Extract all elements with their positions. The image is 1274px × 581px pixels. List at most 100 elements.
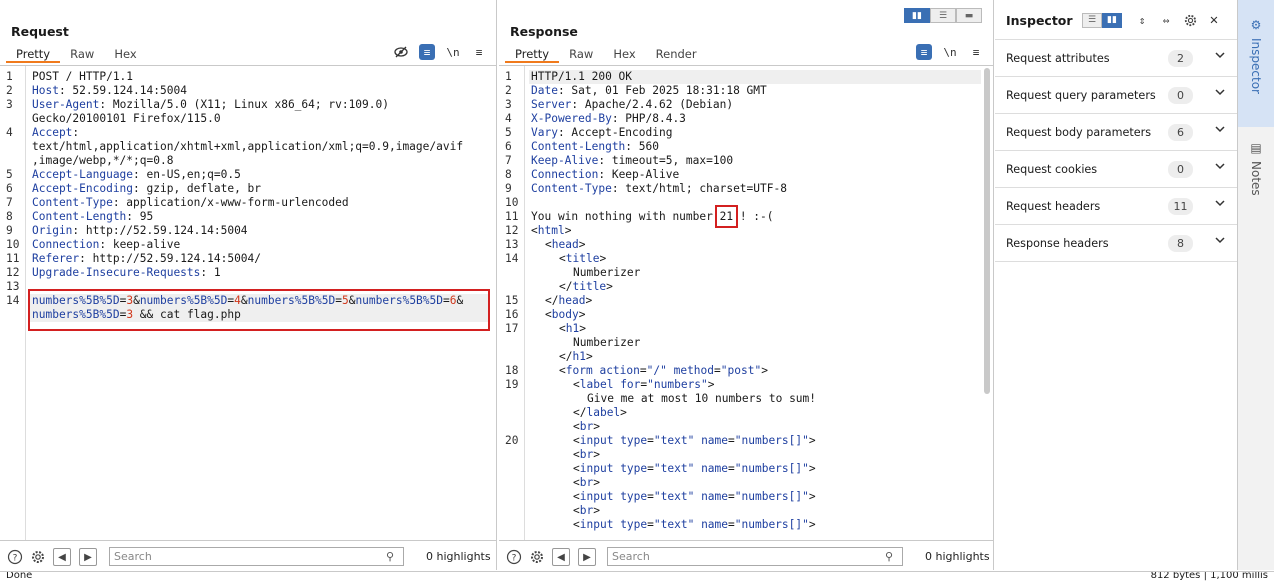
tag-bracket: > [578, 238, 586, 251]
tag-bracket: < [573, 434, 580, 447]
code-line: Content-Type: text/html; charset=UTF-8 [531, 182, 987, 196]
header-name: Vary [531, 126, 558, 139]
forward-arrow-icon[interactable]: ▶ [578, 548, 596, 566]
tag-bracket: > [593, 448, 600, 461]
inspector-row[interactable]: Response headers 8 [995, 225, 1237, 262]
inspector-row[interactable]: Request cookies 0 [995, 151, 1237, 188]
inspector-row[interactable]: Request attributes 2 [995, 40, 1237, 77]
chevron-down-icon[interactable] [1214, 234, 1226, 249]
collapse-all-icon[interactable]: ⇔ [1158, 12, 1174, 28]
tag-name: label [579, 378, 614, 391]
chevron-down-icon[interactable] [1214, 49, 1226, 64]
header-value: POST / HTTP/1.1 [32, 70, 134, 83]
line-number: 6 [505, 140, 512, 153]
search-input[interactable] [607, 547, 903, 566]
header-name: Accept-Language [32, 168, 134, 181]
header-value: : gzip, deflate, br [133, 182, 262, 195]
attr-equals: = [647, 462, 654, 475]
code-line: text/html,application/xhtml+xml,applicat… [32, 140, 490, 154]
settings-icon[interactable] [29, 548, 47, 566]
search-input[interactable] [109, 547, 404, 566]
tab-pretty[interactable]: Pretty [505, 45, 560, 63]
layout-side-by-side-icon[interactable]: ▮▮ [904, 8, 930, 23]
tag-bracket: > [585, 350, 593, 363]
close-icon[interactable]: ✕ [1206, 12, 1222, 28]
side-tab-notes[interactable]: ▤ Notes [1238, 135, 1274, 215]
side-tab-inspector[interactable]: ⚙ Inspector [1238, 0, 1274, 127]
attr-name: name [701, 518, 729, 531]
inspector-row[interactable]: Request query parameters 0 [995, 77, 1237, 114]
menu-icon[interactable]: ≡ [968, 44, 984, 60]
code-line: </head> [545, 294, 987, 308]
attr-name: name [701, 490, 729, 503]
side-tabs: ⚙ Inspector ▤ Notes [1238, 0, 1274, 570]
code-line: </title> [559, 280, 987, 294]
help-icon[interactable]: ? [6, 548, 24, 566]
text-node: Numberizer [573, 336, 641, 349]
chevron-down-icon[interactable] [1214, 123, 1226, 138]
code-line: <form action="/" method="post"> [559, 364, 987, 378]
expand-all-icon[interactable]: ⇕ [1134, 12, 1150, 28]
layout-tabs-icon[interactable]: ▬ [956, 8, 982, 23]
tab-hex[interactable]: Hex [104, 45, 146, 63]
line-number: 10 [505, 196, 519, 209]
tag-name: br [579, 448, 594, 461]
help-icon[interactable]: ? [505, 548, 523, 566]
settings-icon[interactable] [1182, 12, 1198, 28]
line-number: 4 [6, 126, 13, 139]
eye-off-icon[interactable] [393, 44, 409, 60]
inspector-layout-split-icon[interactable]: ▮▮ [1102, 12, 1122, 28]
wrap-lines-icon[interactable]: ≡ [916, 44, 932, 60]
back-arrow-icon[interactable]: ◀ [53, 548, 71, 566]
tag-name: input [579, 490, 614, 503]
status-bar: Done 812 bytes | 1,100 millis [0, 571, 1274, 581]
chevron-down-icon[interactable] [1214, 160, 1226, 175]
header-name: Origin [32, 224, 73, 237]
tag-bracket: < [573, 504, 580, 517]
chevron-down-icon[interactable] [1214, 86, 1226, 101]
wrap-lines-icon[interactable]: ≡ [419, 44, 435, 60]
line-number: 9 [505, 182, 512, 195]
count-badge: 0 [1168, 87, 1193, 104]
line-number: 1 [505, 70, 512, 83]
layout-stacked-icon[interactable]: ☰ [930, 8, 956, 23]
request-editor[interactable]: 1 POST / HTTP/1.1 2 Host: 52.59.124.14:5004… [0, 66, 496, 540]
forward-arrow-icon[interactable]: ▶ [79, 548, 97, 566]
tab-render[interactable]: Render [646, 45, 707, 63]
attr-space [667, 364, 674, 377]
svg-text:?: ? [512, 554, 517, 564]
tab-hex[interactable]: Hex [603, 45, 645, 63]
vertical-scrollbar[interactable] [984, 68, 990, 394]
tab-pretty[interactable]: Pretty [6, 45, 61, 63]
header-value: : application/x-www-form-urlencoded [112, 196, 349, 209]
tab-raw[interactable]: Raw [60, 45, 104, 63]
code-line: <input type="text" name="numbers[]"> [573, 434, 987, 448]
count-badge: 8 [1168, 235, 1193, 252]
attr-equals: = [728, 490, 735, 503]
chevron-down-icon[interactable] [1214, 197, 1226, 212]
header-value: : Keep-Alive [598, 168, 680, 181]
menu-icon[interactable]: ≡ [471, 44, 487, 60]
inspector-row[interactable]: Request body parameters 6 [995, 114, 1237, 151]
settings-icon[interactable] [528, 548, 546, 566]
code-line: POST / HTTP/1.1 [32, 70, 490, 84]
response-editor[interactable]: 1 HTTP/1.1 200 OK 2 Date: Sat, 01 Feb 2025 … [499, 66, 993, 540]
tag-bracket: > [585, 294, 593, 307]
header-name: Connection [32, 238, 100, 251]
tag-name: html [537, 224, 565, 237]
header-value: HTTP/1.1 200 OK [531, 70, 633, 83]
newline-icon[interactable]: \n [445, 44, 461, 60]
inspector-row[interactable]: Request headers 11 [995, 188, 1237, 225]
header-value: ,image/webp,*/*;q=0.8 [32, 154, 174, 167]
newline-icon[interactable]: \n [942, 44, 958, 60]
code-line: Date: Sat, 01 Feb 2025 18:31:18 GMT [531, 84, 987, 98]
tag-name: input [579, 462, 614, 475]
inspector-layout-list-icon[interactable]: ☰ [1082, 12, 1102, 28]
tab-raw[interactable]: Raw [559, 45, 603, 63]
inspector-title: Inspector [1006, 13, 1073, 28]
inspector-row-label: Request cookies [1006, 163, 1098, 176]
response-pane: Response Pretty Raw Hex Render ≡ \n ≡ 1 H… [499, 0, 994, 570]
code-line: Referer: http://52.59.124.14:5004/ [32, 252, 490, 266]
code-line: <head> [545, 238, 987, 252]
back-arrow-icon[interactable]: ◀ [552, 548, 570, 566]
